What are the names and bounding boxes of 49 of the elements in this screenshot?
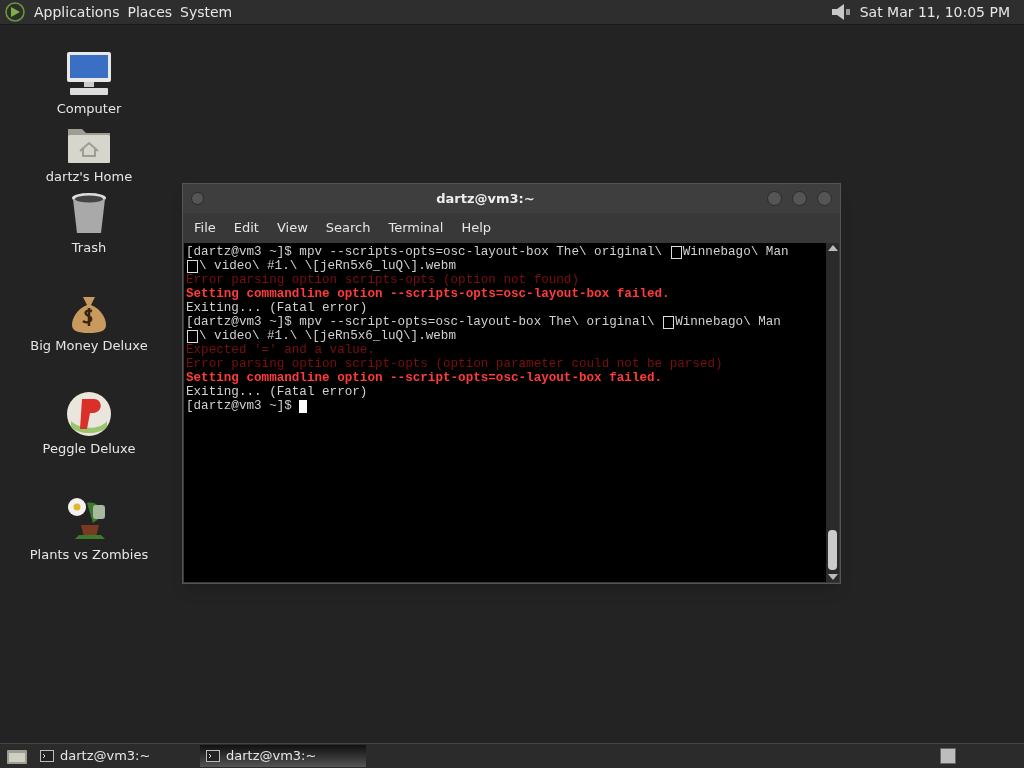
trash-icon [70, 192, 108, 236]
terminal-line: Error parsing option scripts-opts (option not found) [186, 273, 580, 287]
menu-item[interactable]: View [267, 218, 317, 238]
menu-item[interactable]: Edit [224, 218, 268, 238]
distro-logo-icon[interactable] [4, 1, 26, 23]
terminal-line: [dartz@vm3 ~]$ [186, 399, 826, 413]
missing-glyph-icon [187, 329, 198, 343]
desktop-icon-label[interactable]: Peggle Deluxe [42, 439, 136, 459]
clock[interactable]: Sat Mar 11, 10:05 PM [859, 1, 1010, 23]
terminal-icon [40, 750, 54, 762]
desktop-icon-label[interactable]: Computer [56, 99, 122, 119]
scroll-thumb[interactable] [828, 530, 837, 570]
scroll-down-icon[interactable] [827, 574, 838, 580]
text-cursor [299, 399, 308, 413]
terminal-line: [dartz@vm3 ~]$ mpv --scripts-opts=osc-layout-box The\ original\ Winnebago\ Man [186, 245, 790, 259]
panel-menu[interactable]: System [180, 1, 233, 23]
computer-icon [64, 51, 114, 97]
desktop-icon-label[interactable]: Plants vs Zombies [29, 544, 149, 564]
panel-menu[interactable]: Applications [34, 1, 120, 23]
show-desktop-icon[interactable] [6, 747, 28, 765]
terminal-line: Exiting... (Fatal error) [186, 301, 369, 315]
menu-item[interactable]: Search [316, 218, 380, 238]
peggle-ball-icon [66, 391, 112, 437]
terminal-line: \ video\ #1.\ \[jeRn5x6_luQ\].webm [186, 259, 826, 273]
terminal-line: Setting commandline option --script-opts=osc-layout-box failed. [186, 371, 664, 385]
missing-glyph-icon [670, 245, 682, 259]
workspace-switcher[interactable] [940, 748, 956, 764]
panel-menu[interactable]: Places [127, 1, 173, 23]
terminal-line: [dartz@vm3 ~]$ mpv --script-opts=osc-layout-box The\ original\ Winnebago\ Man [186, 315, 782, 329]
missing-glyph-icon [187, 259, 198, 273]
menu-item[interactable]: File [185, 218, 225, 238]
menu-item[interactable]: Help [452, 218, 501, 238]
desktop-icon-label[interactable]: dartz's Home [45, 166, 133, 186]
desktop-icon-label[interactable]: Big Money Deluxe [30, 335, 148, 355]
missing-glyph-icon [663, 315, 675, 329]
desktop-icon-label[interactable]: Trash [71, 238, 107, 258]
terminal-line: Setting commandline option --scripts-opts=osc-layout-box failed. [186, 287, 671, 301]
task-button[interactable]: dartz@vm3:~ [34, 745, 200, 767]
task-button[interactable]: dartz@vm3:~ [200, 745, 366, 767]
scrollbar[interactable] [826, 243, 839, 582]
volume-icon[interactable] [829, 2, 852, 22]
window-title: dartz@vm3:~ [435, 189, 536, 208]
terminal-line: Expected '=' and a value. [186, 343, 376, 357]
menu-item[interactable]: Terminal [379, 218, 453, 238]
terminal-icon [206, 750, 220, 762]
scroll-up-icon[interactable] [827, 245, 838, 251]
terminal-line: Error parsing option script-opts (option parameter could not be parsed) [186, 357, 724, 371]
terminal-line: Exiting... (Fatal error) [186, 385, 369, 399]
terminal-line: \ video\ #1.\ \[jeRn5x6_luQ\].webm [186, 329, 826, 343]
